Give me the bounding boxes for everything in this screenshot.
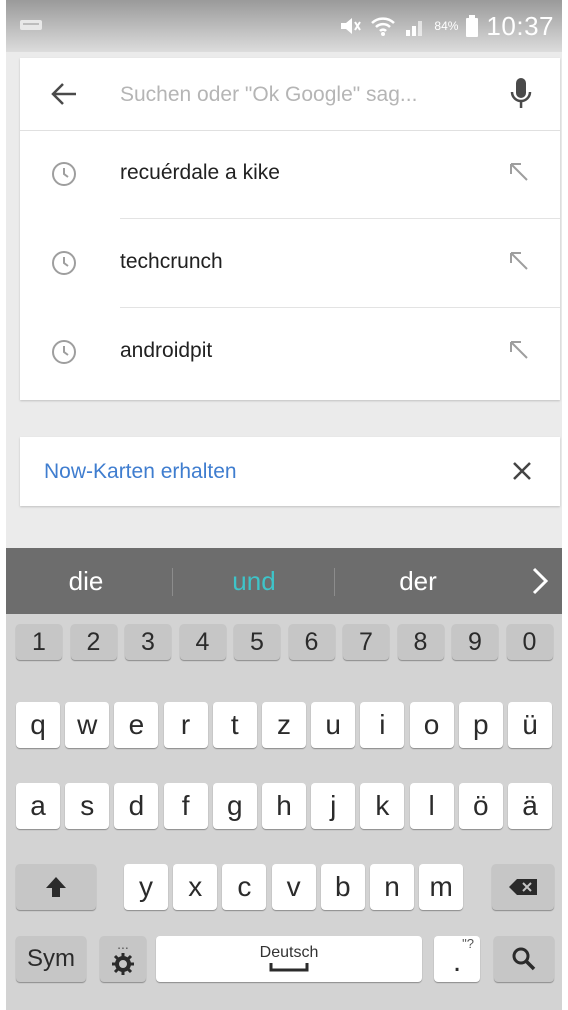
space-key-label: Deutsch <box>259 944 319 961</box>
key-ä[interactable]: ä <box>508 783 552 829</box>
key-u[interactable]: u <box>311 702 356 748</box>
suggestion-item[interactable]: recuérdale a kike <box>20 130 560 219</box>
chevron-right-icon[interactable] <box>528 566 552 596</box>
key-d[interactable]: d <box>114 783 159 829</box>
key-w[interactable]: w <box>65 702 110 748</box>
key-c[interactable]: c <box>222 864 267 910</box>
key-l[interactable]: l <box>409 783 454 829</box>
period-key-hint: "? <box>462 936 474 951</box>
suggestion-text: androidpit <box>120 339 213 362</box>
now-cards-link[interactable]: Now-Karten erhalten <box>44 460 237 484</box>
key-3[interactable]: 3 <box>125 624 171 660</box>
key-f[interactable]: f <box>163 783 208 829</box>
sym-key[interactable]: Sym <box>16 936 86 982</box>
key-e[interactable]: e <box>114 702 159 748</box>
key-o[interactable]: o <box>409 702 454 748</box>
key-7[interactable]: 7 <box>343 624 389 660</box>
search-icon <box>512 947 536 971</box>
key-a[interactable]: a <box>16 783 60 829</box>
key-4[interactable]: 4 <box>179 624 226 660</box>
wifi-icon <box>371 17 396 36</box>
key-9[interactable]: 9 <box>452 624 498 660</box>
key-k[interactable]: k <box>360 783 405 829</box>
keyboard: Sym ... Deutsch "? . 1234567890 qwertzuio… <box>6 614 562 1010</box>
word-suggestion-center[interactable]: und <box>194 566 314 597</box>
key-b[interactable]: b <box>320 864 365 910</box>
backspace-icon <box>509 879 537 895</box>
battery-icon <box>466 15 479 37</box>
key-5[interactable]: 5 <box>234 624 280 660</box>
word-suggestion-right[interactable]: der <box>358 566 478 597</box>
key-p[interactable]: p <box>458 702 503 748</box>
settings-key[interactable]: ... <box>100 936 146 982</box>
key-8[interactable]: 8 <box>397 624 444 660</box>
key-i[interactable]: i <box>360 702 405 748</box>
period-key[interactable]: "? . <box>434 936 480 982</box>
key-j[interactable]: j <box>311 783 356 829</box>
suggestion-text: techcrunch <box>120 250 223 273</box>
notification-icon <box>20 20 42 30</box>
key-t[interactable]: t <box>212 702 257 748</box>
shift-key[interactable] <box>16 864 96 910</box>
key-s[interactable]: s <box>65 783 110 829</box>
history-clock-icon <box>52 340 76 364</box>
signal-icon <box>406 21 423 36</box>
search-key[interactable] <box>494 936 554 982</box>
backspace-key[interactable] <box>492 864 554 910</box>
space-bar-icon <box>269 963 309 972</box>
microphone-icon[interactable] <box>508 76 534 112</box>
key-z[interactable]: z <box>262 702 306 748</box>
key-ü[interactable]: ü <box>508 702 552 748</box>
suggestion-item[interactable]: androidpit <box>20 308 560 397</box>
now-cards-card: Now-Karten erhalten <box>20 437 560 506</box>
divider <box>334 568 335 596</box>
key-r[interactable]: r <box>163 702 208 748</box>
space-key[interactable]: Deutsch <box>156 936 422 982</box>
clock-time: 10:37 <box>486 10 554 41</box>
shift-icon <box>46 877 66 897</box>
key-2[interactable]: 2 <box>70 624 117 660</box>
history-clock-icon <box>52 162 76 186</box>
suggestion-item[interactable]: techcrunch <box>20 219 560 308</box>
search-card: recuérdale a kike techcrunch androidpit <box>20 58 560 400</box>
status-icons: 84% 10:37 <box>338 8 554 44</box>
key-n[interactable]: n <box>370 864 414 910</box>
mute-icon <box>341 18 362 34</box>
status-bar: 84% 10:37 <box>6 0 562 52</box>
fill-query-icon[interactable] <box>508 250 530 272</box>
key-x[interactable]: x <box>173 864 218 910</box>
key-1[interactable]: 1 <box>16 624 62 660</box>
key-0[interactable]: 0 <box>506 624 553 660</box>
screen: 84% 10:37 recuérdale a <box>6 0 562 1010</box>
fill-query-icon[interactable] <box>508 339 530 361</box>
key-v[interactable]: v <box>271 864 316 910</box>
divider <box>172 568 173 596</box>
suggestion-text: recuérdale a kike <box>120 161 280 184</box>
word-suggestion-left[interactable]: die <box>26 566 146 597</box>
word-suggestion-strip: die und der <box>6 548 562 614</box>
period-key-label: . <box>452 945 462 978</box>
key-y[interactable]: y <box>124 864 168 910</box>
fill-query-icon[interactable] <box>508 161 530 183</box>
battery-percent: 84% <box>434 19 459 33</box>
back-arrow-icon[interactable] <box>50 80 78 108</box>
key-ö[interactable]: ö <box>458 783 503 829</box>
key-m[interactable]: m <box>419 864 464 910</box>
history-clock-icon <box>52 251 76 275</box>
settings-key-hint: ... <box>117 936 129 952</box>
gear-icon <box>112 953 134 975</box>
close-icon[interactable] <box>510 459 534 483</box>
key-h[interactable]: h <box>262 783 306 829</box>
key-q[interactable]: q <box>16 702 60 748</box>
key-g[interactable]: g <box>212 783 257 829</box>
key-6[interactable]: 6 <box>288 624 335 660</box>
search-input[interactable] <box>120 80 470 110</box>
search-bar <box>20 58 560 131</box>
